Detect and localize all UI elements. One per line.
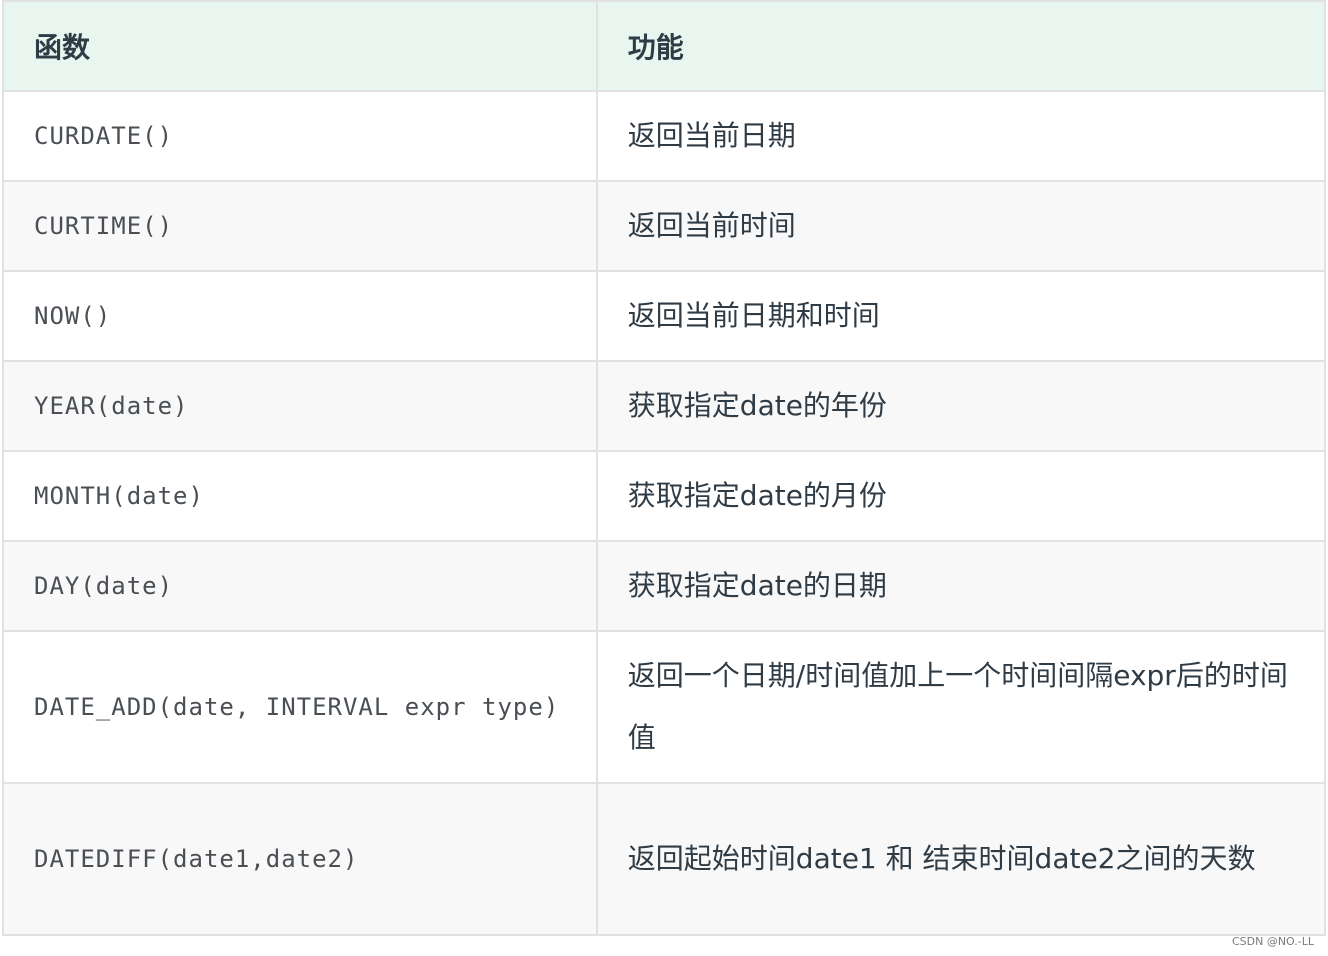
- header-row: 函数 功能: [2, 0, 1327, 92]
- table-row: CURTIME() 返回当前时间: [2, 180, 1327, 272]
- description-cell: 获取指定date的年份: [595, 360, 1327, 452]
- function-cell: NOW(): [2, 270, 598, 362]
- date-functions-table: 函数 功能 CURDATE() 返回当前日期 CURTIME() 返回当前时间 …: [2, 0, 1327, 936]
- function-cell: CURTIME(): [2, 180, 598, 272]
- table-row: DATE_ADD(date, INTERVAL expr type) 返回一个日…: [2, 630, 1327, 784]
- header-function: 函数: [2, 0, 598, 92]
- description-cell: 返回当前时间: [595, 180, 1327, 272]
- description-cell: 获取指定date的日期: [595, 540, 1327, 632]
- description-cell: 返回一个日期/时间值加上一个时间间隔expr后的时间值: [595, 630, 1327, 784]
- table-row: CURDATE() 返回当前日期: [2, 90, 1327, 182]
- table-row: NOW() 返回当前日期和时间: [2, 270, 1327, 362]
- table-row: DATEDIFF(date1,date2) 返回起始时间date1 和 结束时间…: [2, 782, 1327, 936]
- function-cell: DATE_ADD(date, INTERVAL expr type): [2, 630, 598, 784]
- description-cell: 返回当前日期和时间: [595, 270, 1327, 362]
- table-row: MONTH(date) 获取指定date的月份: [2, 450, 1327, 542]
- table-row: YEAR(date) 获取指定date的年份: [2, 360, 1327, 452]
- table-body: CURDATE() 返回当前日期 CURTIME() 返回当前时间 NOW() …: [2, 90, 1327, 936]
- description-cell: 返回起始时间date1 和 结束时间date2之间的天数: [595, 782, 1327, 936]
- function-cell: YEAR(date): [2, 360, 598, 452]
- header-description: 功能: [595, 0, 1327, 92]
- description-cell: 返回当前日期: [595, 90, 1327, 182]
- function-cell: MONTH(date): [2, 450, 598, 542]
- function-cell: DATEDIFF(date1,date2): [2, 782, 598, 936]
- function-cell: CURDATE(): [2, 90, 598, 182]
- table-row: DAY(date) 获取指定date的日期: [2, 540, 1327, 632]
- watermark: CSDN @NO.-LL: [1231, 935, 1314, 948]
- table-header: 函数 功能: [2, 0, 1327, 92]
- function-cell: DAY(date): [2, 540, 598, 632]
- description-cell: 获取指定date的月份: [595, 450, 1327, 542]
